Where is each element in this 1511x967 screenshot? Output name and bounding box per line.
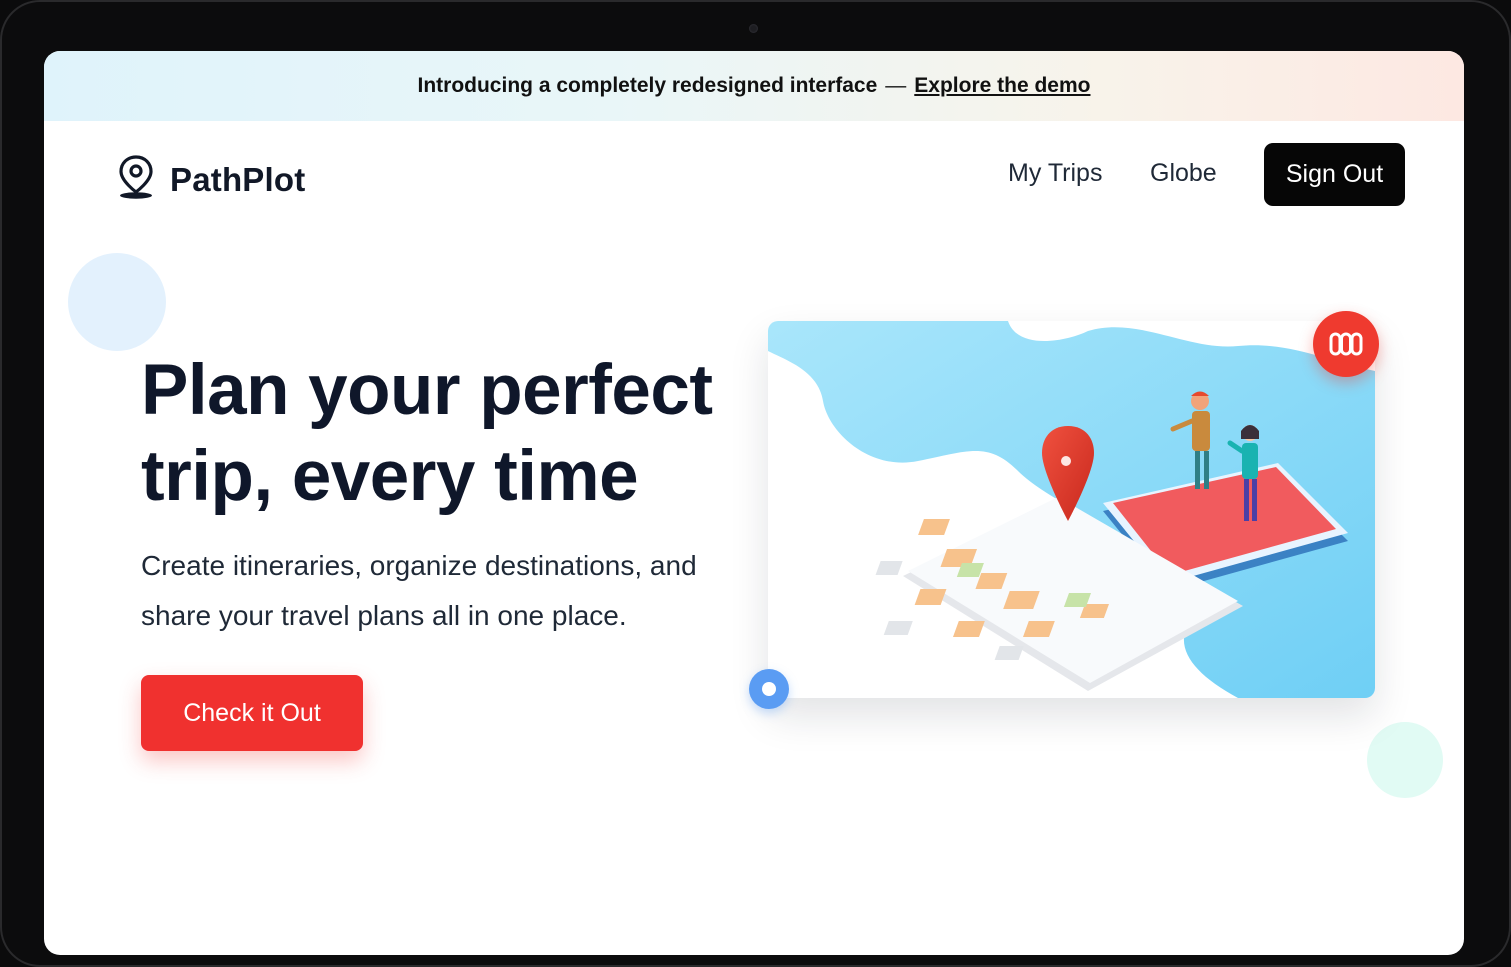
subtext-line-2: share your travel plans all in one place… [141, 600, 627, 631]
ring-dot-icon [749, 669, 789, 709]
tablet-frame: Introducing a completely redesigned inte… [0, 0, 1511, 967]
decorative-circle [1367, 722, 1443, 798]
hero-subtext: Create itineraries, organize destination… [141, 541, 781, 641]
camera-dot [749, 24, 758, 33]
check-it-out-button[interactable]: Check it Out [141, 675, 363, 751]
subtext-line-1: Create itineraries, organize destination… [141, 550, 697, 581]
nav-link-my-trips[interactable]: My Trips [1008, 159, 1102, 188]
banner-dash: — [885, 74, 907, 97]
brand-logo[interactable]: PathPlot [116, 154, 305, 205]
headline-line-2: trip, every time [141, 437, 639, 516]
brand-name: PathPlot [170, 160, 306, 198]
announcement-banner: Introducing a completely redesigned inte… [44, 51, 1464, 121]
map-pin-icon [116, 154, 156, 205]
banner-text: Introducing a completely redesigned inte… [417, 74, 878, 97]
decorative-circle [68, 253, 166, 351]
hero-illustration [768, 321, 1375, 698]
top-nav: PathPlot My Trips Globe Sign Out [44, 121, 1464, 236]
headline-line-1: Plan your perfect [141, 351, 713, 430]
three-columns-icon[interactable] [1313, 311, 1379, 377]
sign-out-button[interactable]: Sign Out [1264, 143, 1405, 206]
nav-link-globe[interactable]: Globe [1150, 159, 1217, 188]
explore-demo-link[interactable]: Explore the demo [914, 74, 1090, 98]
screen: Introducing a completely redesigned inte… [44, 51, 1464, 955]
hero-headline: Plan your perfect trip, every time [141, 348, 781, 520]
